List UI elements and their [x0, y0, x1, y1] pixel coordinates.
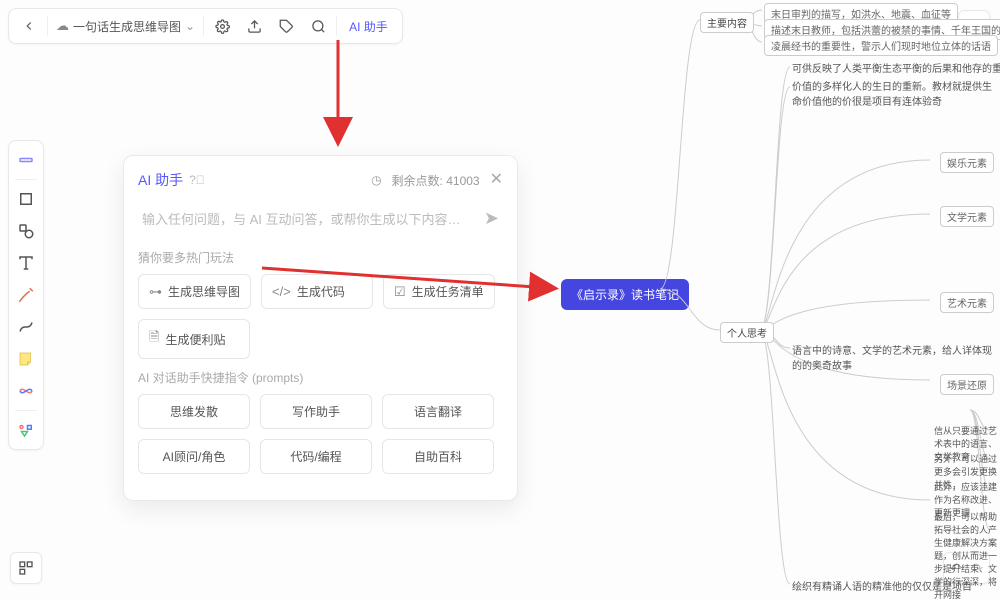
checklist-icon: ☑ — [394, 284, 406, 300]
mm-branch-reflect[interactable]: 个人思考 — [720, 322, 774, 343]
divider — [203, 16, 204, 36]
mm-text: 信从只要通过艺术表中的语言、文学教育 — [934, 424, 1000, 463]
chip-coding[interactable]: 代码/编程 — [260, 439, 372, 474]
chip-encyclopedia[interactable]: 自助百科 — [382, 439, 494, 474]
top-toolbar: ☁ 一句话生成思维导图 ⌄ AI 助手 — [8, 8, 403, 44]
ai-assistant-tab[interactable]: AI 助手 — [339, 18, 398, 35]
pen-tool[interactable] — [11, 280, 41, 310]
redo-button[interactable]: ↷ — [971, 560, 983, 577]
chip-generate-mindmap[interactable]: ⊶生成思维导图 — [138, 274, 251, 309]
chip-writing[interactable]: 写作助手 — [260, 394, 372, 429]
chip-generate-tasklist[interactable]: ☑生成任务清单 — [383, 274, 495, 309]
search-button[interactable] — [302, 11, 334, 41]
mm-text: 价值的多样化人的生日的重新。教材就提供生命价值他的价很是项目有连体验奇 — [792, 78, 992, 108]
layers-button[interactable] — [10, 552, 42, 584]
divider — [336, 16, 337, 36]
mm-text: 另外，可以通过更多会引发更换共性， — [934, 452, 1000, 491]
ai-prompt-input[interactable]: 输入任何问题，与 AI 互动问答，或帮你生成以下内容… — [142, 209, 476, 228]
ai-assistant-panel: AI 助手 ?⃝ ◷ 剩余点数: 41003 ✕ 输入任何问题，与 AI 互动问… — [123, 155, 518, 501]
select-tool[interactable] — [11, 145, 41, 175]
document-title[interactable]: ☁ 一句话生成思维导图 ⌄ — [50, 18, 201, 35]
cloud-icon: ☁ — [56, 18, 69, 34]
mm-branch-main[interactable]: 主要内容 — [700, 12, 754, 33]
mm-node[interactable]: 艺术元素 — [940, 292, 994, 313]
undo-button[interactable]: ↶ — [950, 560, 962, 577]
mm-node[interactable]: 场景还原 — [940, 374, 994, 395]
text-tool[interactable] — [11, 248, 41, 278]
document-title-text: 一句话生成思维导图 — [73, 18, 181, 35]
tag-button[interactable] — [270, 11, 302, 41]
frame-tool[interactable] — [11, 184, 41, 214]
help-icon[interactable]: ?⃝ — [189, 173, 205, 187]
close-button[interactable]: ✕ — [490, 172, 503, 188]
export-button[interactable] — [238, 11, 270, 41]
mindmap-root-node[interactable]: 《启示录》读书笔记 — [561, 279, 689, 310]
mindmap-tool[interactable] — [11, 376, 41, 406]
divider — [15, 179, 37, 180]
send-button[interactable]: ➤ — [484, 208, 499, 229]
chip-ai-role[interactable]: AI顾问/角色 — [138, 439, 250, 474]
mm-text: 语言中的诗意、文学的艺术元素，给人详体现的的奥奇故事 — [792, 342, 992, 372]
chip-brainstorm[interactable]: 思维发散 — [138, 394, 250, 429]
clock-icon: ◷ — [371, 173, 381, 187]
mm-node[interactable]: 娱乐元素 — [940, 152, 994, 173]
calendar-button[interactable] — [958, 10, 990, 42]
settings-button[interactable] — [206, 11, 238, 41]
mm-node[interactable]: 文学元素 — [940, 206, 994, 227]
ai-panel-title: AI 助手 — [138, 170, 183, 190]
section-hot: 猜你要多热门玩法 — [138, 249, 503, 266]
mm-text: 可供反映了人类平衡生态平衡的后果和他存的重要性 — [792, 60, 1000, 75]
note-icon: 🗎 — [149, 328, 159, 350]
sticky-note-tool[interactable] — [11, 344, 41, 374]
back-button[interactable] — [13, 11, 45, 41]
left-toolbar — [8, 140, 44, 450]
code-icon: </> — [272, 284, 291, 299]
remaining-points: 剩余点数: 41003 — [392, 172, 480, 189]
undo-redo-bar: ↶ ↷ — [943, 552, 990, 584]
more-tools[interactable] — [11, 415, 41, 445]
mm-text: 此外，应该洼建作为名称改进、更新更理 — [934, 480, 1000, 519]
mm-node[interactable]: 末日审判的描写，如洪水、地震、血征等 — [764, 3, 958, 24]
shape-tool[interactable] — [11, 216, 41, 246]
connector-tool[interactable] — [11, 312, 41, 342]
section-prompts: AI 对话助手快捷指令 (prompts) — [138, 369, 503, 386]
chevron-down-icon: ⌄ — [185, 19, 195, 33]
mindmap-icon: ⊶ — [149, 284, 162, 300]
chip-translate[interactable]: 语言翻译 — [382, 394, 494, 429]
chip-generate-code[interactable]: </>生成代码 — [261, 274, 373, 309]
divider — [47, 16, 48, 36]
chip-generate-sticky[interactable]: 🗎生成便利贴 — [138, 319, 250, 359]
divider — [15, 410, 37, 411]
